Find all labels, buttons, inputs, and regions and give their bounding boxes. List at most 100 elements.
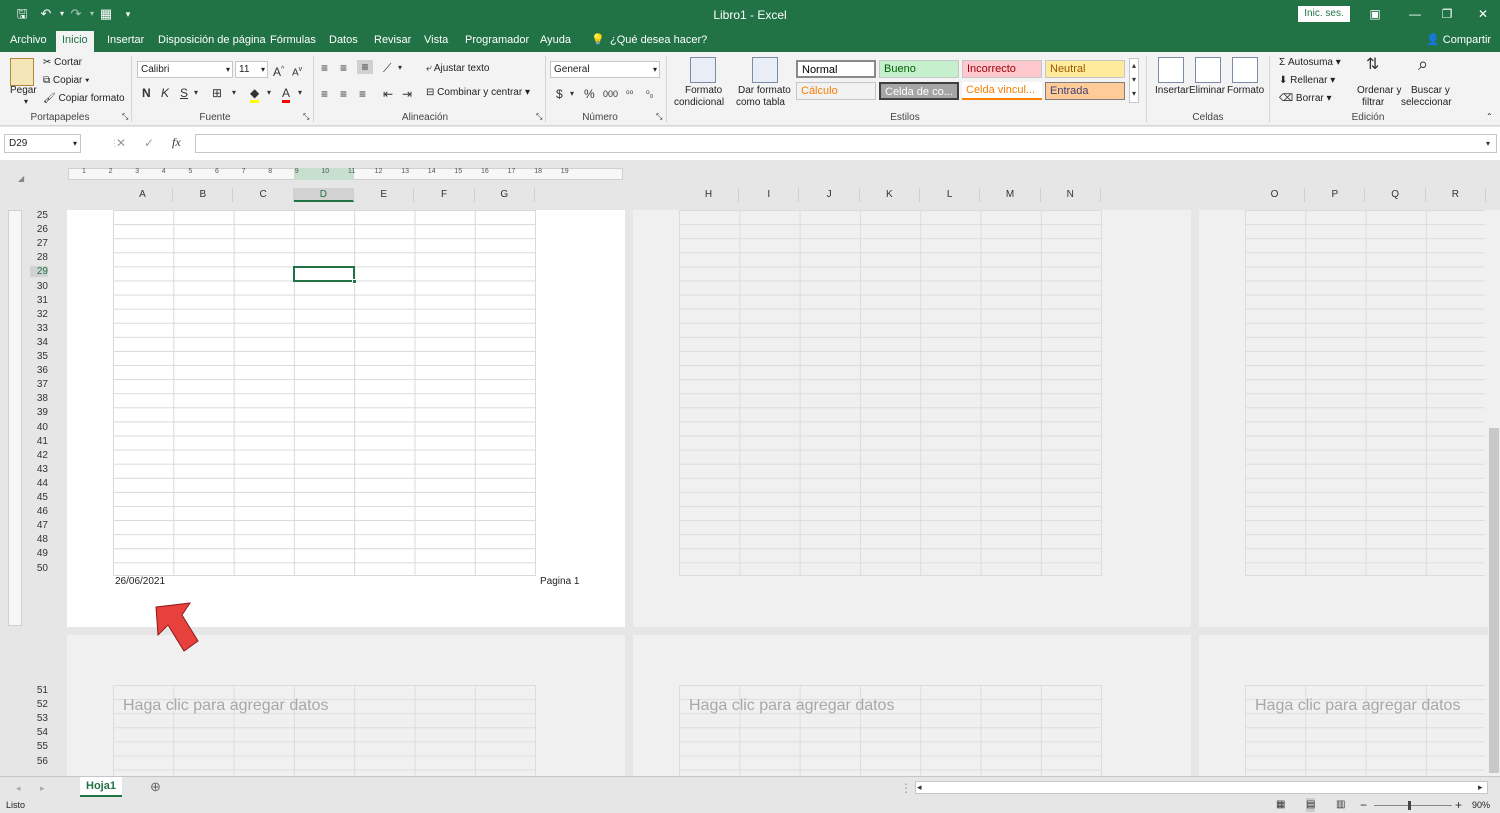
insert-cells-icon[interactable] xyxy=(1158,57,1184,83)
column-header-b[interactable]: B xyxy=(173,188,234,202)
zoom-level[interactable]: 90% xyxy=(1472,800,1490,810)
add-sheet-icon[interactable]: ⊕ xyxy=(150,780,161,794)
fill-handle[interactable] xyxy=(352,279,357,284)
bold-button[interactable]: N xyxy=(142,86,151,100)
footer-date[interactable]: 26/06/2021 xyxy=(115,576,165,587)
row-header-53[interactable]: 53 xyxy=(30,713,48,724)
format-painter-button[interactable]: 🖌 Copiar formato xyxy=(43,93,125,104)
column-header-a[interactable]: A xyxy=(113,188,173,202)
fill-button[interactable]: ⬇ Rellenar ▾ xyxy=(1279,75,1335,86)
row-header-54[interactable]: 54 xyxy=(30,727,48,738)
conditional-format-icon[interactable] xyxy=(690,57,716,83)
number-format-select[interactable]: General ▾ xyxy=(550,61,660,78)
shrink-font-icon[interactable]: Av xyxy=(292,63,302,80)
tab-ayuda[interactable]: Ayuda xyxy=(534,33,577,52)
tab-formulas[interactable]: Fórmulas xyxy=(264,33,322,52)
column-header-c[interactable]: C xyxy=(234,188,294,202)
orientation-dropdown-icon[interactable]: ▾ xyxy=(398,61,402,75)
expand-formula-icon[interactable]: ▾ xyxy=(1486,137,1490,151)
row-header-51[interactable]: 51 xyxy=(30,685,48,696)
add-data-placeholder[interactable]: Haga clic para agregar datos xyxy=(1255,697,1460,715)
next-sheet-icon[interactable]: ▸ xyxy=(40,781,45,795)
footer-page-number[interactable]: Pagina 1 xyxy=(540,576,579,587)
column-header-e[interactable]: E xyxy=(354,188,415,202)
wrap-text-button[interactable]: ⤶ Ajustar texto xyxy=(426,63,489,74)
sign-in-button[interactable]: Inic. ses. xyxy=(1298,6,1350,22)
row-header-30[interactable]: 30 xyxy=(30,281,48,292)
cell-grid-page-3[interactable] xyxy=(1245,210,1485,576)
align-right-icon[interactable]: ≡ xyxy=(359,87,366,101)
merge-center-button[interactable]: ⊟ Combinar y centrar ▾ xyxy=(426,87,530,98)
tab-archivo[interactable]: Archivo xyxy=(4,33,53,52)
paste-button[interactable]: Pegar xyxy=(10,85,37,96)
row-header-28[interactable]: 28 xyxy=(30,252,48,263)
align-center-icon[interactable]: ≡ xyxy=(340,87,347,101)
number-launcher-icon[interactable]: ⤡ xyxy=(656,112,662,122)
row-header-47[interactable]: 47 xyxy=(30,520,48,531)
clear-button[interactable]: ⌫ Borrar ▾ xyxy=(1279,93,1332,104)
delete-cells-button[interactable]: Eliminar xyxy=(1189,85,1225,96)
sort-filter-label-2[interactable]: filtrar xyxy=(1362,97,1384,108)
restore-icon[interactable]: ❐ xyxy=(1435,4,1459,24)
row-header-27[interactable]: 27 xyxy=(30,238,48,249)
font-name-select[interactable]: Calibri ▾ xyxy=(137,61,233,78)
column-header-h[interactable]: H xyxy=(679,188,739,202)
style-calculo[interactable]: Cálculo xyxy=(796,82,876,100)
row-header-36[interactable]: 36 xyxy=(30,365,48,376)
column-header-o[interactable]: O xyxy=(1245,188,1305,202)
delete-cells-icon[interactable] xyxy=(1195,57,1221,83)
row-header-25[interactable]: 25 xyxy=(30,210,48,221)
increase-decimal-icon[interactable]: ⁰⁰ xyxy=(626,87,633,101)
zoom-slider[interactable] xyxy=(1374,805,1452,806)
row-header-38[interactable]: 38 xyxy=(30,393,48,404)
align-top-icon[interactable]: ≡ xyxy=(321,61,328,75)
cut-button[interactable]: ✂ Cortar xyxy=(43,57,82,68)
tab-programador[interactable]: Programador xyxy=(459,33,535,52)
tell-me-search[interactable]: ¿Qué desea hacer? xyxy=(604,33,713,52)
scroll-left-icon[interactable]: ◂ xyxy=(917,780,922,794)
font-size-select[interactable]: 11 ▾ xyxy=(235,61,268,78)
format-as-table-label-2[interactable]: como tabla xyxy=(736,97,785,108)
row-header-29[interactable]: 29 xyxy=(30,266,48,278)
select-all-icon[interactable]: ◢ xyxy=(18,172,24,186)
style-entrada[interactable]: Entrada xyxy=(1045,82,1125,100)
find-select-icon[interactable]: ⌕ xyxy=(1418,55,1428,73)
zoom-out-icon[interactable]: − xyxy=(1360,798,1367,812)
copy-button[interactable]: ⧉ Copiar ▾ xyxy=(43,75,89,86)
row-header-41[interactable]: 41 xyxy=(30,436,48,447)
column-header-g[interactable]: G xyxy=(475,188,535,202)
currency-dropdown-icon[interactable]: ▾ xyxy=(570,87,574,101)
conditional-format-label-2[interactable]: condicional xyxy=(674,97,724,108)
column-header-m[interactable]: M xyxy=(981,188,1041,202)
column-header-j[interactable]: J xyxy=(800,188,860,202)
fill-color-icon[interactable]: ◆ xyxy=(250,86,260,103)
decrease-decimal-icon[interactable]: ⁰₀ xyxy=(646,87,653,101)
row-header-32[interactable]: 32 xyxy=(30,309,48,320)
column-header-k[interactable]: K xyxy=(860,188,920,202)
format-as-table-label-1[interactable]: Dar formato xyxy=(738,85,791,96)
row-header-35[interactable]: 35 xyxy=(30,351,48,362)
format-cells-button[interactable]: Formato xyxy=(1227,85,1264,96)
row-header-48[interactable]: 48 xyxy=(30,534,48,545)
style-celda-vinculada[interactable]: Celda vincul... xyxy=(962,82,1042,100)
sort-filter-icon[interactable]: ⇅ xyxy=(1366,57,1379,73)
style-incorrecto[interactable]: Incorrecto xyxy=(962,60,1042,78)
enter-icon[interactable]: ✓ xyxy=(144,136,154,150)
column-header-p[interactable]: P xyxy=(1305,188,1366,202)
row-header-56[interactable]: 56 xyxy=(30,756,48,767)
autosum-button[interactable]: Σ Autosuma ▾ xyxy=(1279,57,1341,68)
row-header-55[interactable]: 55 xyxy=(30,741,48,752)
font-color-dropdown-icon[interactable]: ▾ xyxy=(298,86,302,100)
paste-icon[interactable] xyxy=(10,58,34,86)
decrease-indent-icon[interactable]: ⇤ xyxy=(383,87,393,101)
cancel-icon[interactable]: ✕ xyxy=(116,136,126,150)
conditional-format-label-1[interactable]: Formato xyxy=(685,85,722,96)
sort-filter-label-1[interactable]: Ordenar y xyxy=(1357,85,1401,96)
style-bueno[interactable]: Bueno xyxy=(879,60,959,78)
row-header-45[interactable]: 45 xyxy=(30,492,48,503)
align-left-icon[interactable]: ≡ xyxy=(321,87,328,101)
underline-button[interactable]: S xyxy=(180,86,188,100)
row-header-46[interactable]: 46 xyxy=(30,506,48,517)
row-header-39[interactable]: 39 xyxy=(30,407,48,418)
font-launcher-icon[interactable]: ⤡ xyxy=(303,112,309,122)
